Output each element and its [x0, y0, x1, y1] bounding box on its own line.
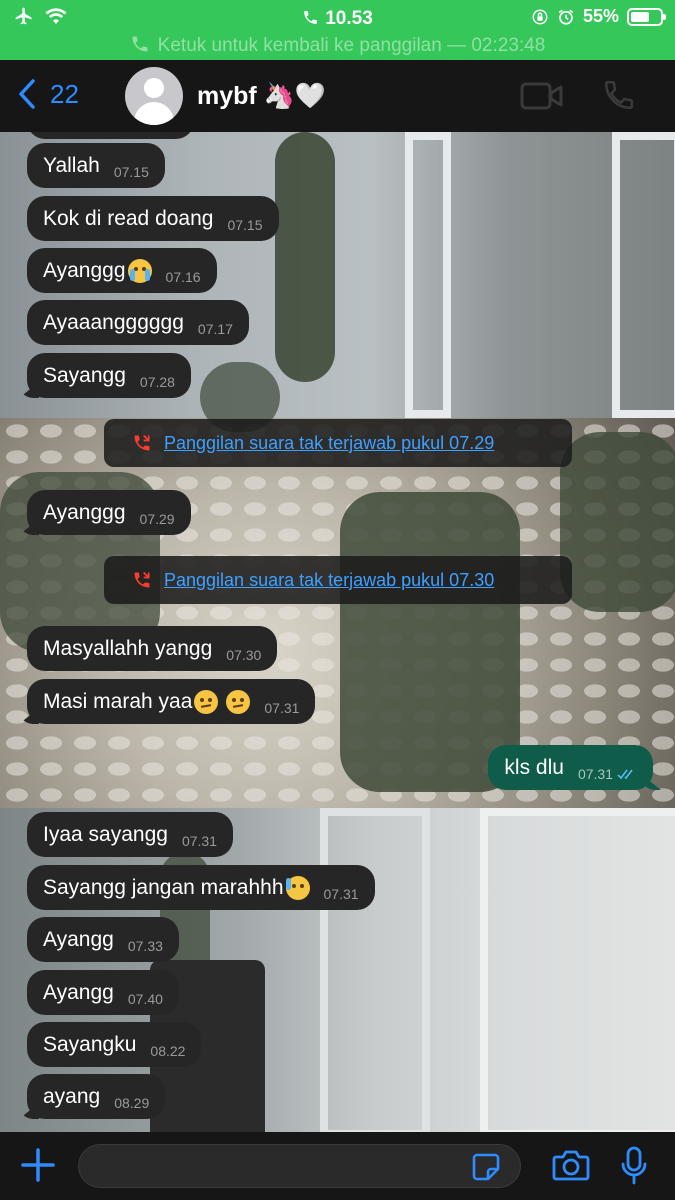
- message-time: 08.22: [150, 1042, 186, 1059]
- wallpaper-window: [480, 808, 675, 1132]
- message-bubble[interactable]: Ayaaangggggg 07.17: [27, 300, 249, 345]
- message-time: 07.40: [127, 990, 163, 1007]
- message-text: Masyallahh yangg: [43, 636, 213, 660]
- mic-icon[interactable]: [620, 1146, 648, 1186]
- message-bubble[interactable]: Ayangg 07.40: [27, 970, 179, 1015]
- crying-emoji-icon: [127, 258, 152, 283]
- wallpaper-cactus: [560, 432, 675, 612]
- message-time: 07.31: [181, 832, 217, 849]
- message-text: Yallah: [43, 153, 100, 177]
- missed-call-text[interactable]: Panggilan suara tak terjawab pukul 07.29: [164, 433, 494, 454]
- message-time: 07.33: [127, 937, 163, 954]
- video-call-icon[interactable]: [520, 82, 564, 110]
- missed-call-notice[interactable]: Panggilan suara tak terjawab pukul 07.29: [104, 419, 572, 467]
- message-bubble[interactable]: Ayanggg 07.16: [27, 248, 217, 293]
- message-bubble[interactable]: Sayangg jangan marahhh 07.31: [27, 865, 375, 910]
- message-time: 07.31: [577, 765, 613, 782]
- message-bubble[interactable]: Sayangku 08.22: [27, 1022, 202, 1067]
- missed-call-icon: [134, 434, 150, 451]
- phone-icon: [132, 36, 148, 52]
- phone-icon: [304, 11, 318, 24]
- chevron-left-icon: [19, 79, 35, 109]
- plus-icon[interactable]: [20, 1147, 56, 1183]
- message-text: Ayangg: [43, 927, 114, 951]
- wallpaper-window: [612, 132, 675, 418]
- wallpaper-window: [320, 808, 430, 1132]
- message-time: 08.29: [114, 1094, 150, 1111]
- message-text: Ayanggg: [43, 258, 126, 282]
- message-time: 07.28: [139, 373, 175, 390]
- confused-face-icon: [226, 689, 251, 714]
- wallpaper-cactus: [275, 132, 335, 382]
- message-bubble[interactable]: Kok di read doang 07.15: [27, 196, 279, 241]
- message-text: kls dlu: [504, 755, 564, 779]
- message-bubble[interactable]: Masyallahh yangg 07.30: [27, 626, 278, 671]
- missed-call-text[interactable]: Panggilan suara tak terjawab pukul 07.30: [164, 570, 494, 591]
- message-text: ayang: [43, 1084, 101, 1108]
- message-text: Ayangg: [43, 980, 114, 1004]
- message-text: Iyaa sayangg: [43, 822, 168, 846]
- battery-percent: 55%: [582, 6, 619, 26]
- message-text: Masi marah yaa: [43, 689, 193, 713]
- message-text: Sayangg: [43, 363, 126, 387]
- return-to-call-banner[interactable]: Ketuk untuk kembali ke panggilan — 02:23…: [0, 34, 675, 57]
- confused-face-icon: [194, 689, 219, 714]
- camera-icon[interactable]: [552, 1149, 590, 1181]
- message-time: 07.30: [226, 646, 262, 663]
- status-bar[interactable]: 10.53 55% Ketuk untuk kembali ke panggil…: [0, 0, 675, 60]
- outgoing-message-bubble[interactable]: kls dlu 07.31: [488, 745, 653, 790]
- back-button[interactable]: 22: [18, 78, 79, 110]
- contact-name[interactable]: mybf 🦄🤍: [197, 82, 326, 111]
- message-text: Ayanggg: [43, 500, 126, 524]
- message-bubble[interactable]: Ayanggg 07.29: [27, 490, 191, 535]
- message-time: 07.15: [113, 163, 149, 180]
- message-bubble[interactable]: Iyaa sayangg 07.31: [27, 812, 233, 857]
- message-bubble[interactable]: Masi marah yaa 07.31: [27, 679, 316, 724]
- message-time: 07.29: [139, 510, 175, 527]
- message-time: 07.31: [264, 699, 300, 716]
- battery-icon: [627, 7, 666, 26]
- sad-relieved-emoji-icon: [285, 875, 310, 900]
- voice-call-icon[interactable]: [602, 78, 636, 112]
- clock-text: 10.53: [325, 8, 373, 29]
- message-time: 07.16: [165, 268, 201, 285]
- message-bubble[interactable]: Yallah 07.15: [27, 143, 165, 188]
- chat-area[interactable]: Yallah 07.15 Kok di read doang 07.15 Aya…: [0, 132, 675, 1132]
- message-text: Sayangg jangan marahhh: [43, 875, 284, 899]
- missed-call-icon: [134, 571, 150, 588]
- call-banner-text: Ketuk untuk kembali ke panggilan — 02:23…: [157, 35, 546, 56]
- message-text: Sayangku: [43, 1032, 137, 1056]
- alarm-icon: [558, 9, 574, 25]
- message-time: 07.15: [227, 216, 263, 233]
- message-text: Ayaaangggggg: [43, 310, 184, 334]
- message-time: 07.17: [197, 320, 233, 337]
- sticker-icon[interactable]: [471, 1152, 501, 1182]
- orientation-lock-icon: [532, 9, 548, 24]
- message-bubble[interactable]: Sayangg 07.28: [27, 353, 191, 398]
- message-time: 07.31: [323, 885, 359, 902]
- wallpaper-window: [405, 132, 451, 418]
- read-ticks-icon: [617, 769, 633, 779]
- avatar[interactable]: [125, 67, 183, 125]
- wallpaper-cactus: [340, 492, 520, 792]
- message-text: Kok di read doang: [43, 206, 214, 230]
- chat-header: 22 mybf 🦄🤍: [0, 60, 675, 132]
- unread-count: 22: [50, 78, 79, 109]
- message-bubble[interactable]: Ayangg 07.33: [27, 917, 179, 962]
- missed-call-notice[interactable]: Panggilan suara tak terjawab pukul 07.30: [104, 556, 572, 604]
- composer-bar: [0, 1132, 675, 1200]
- message-bubble[interactable]: [27, 132, 194, 139]
- message-input[interactable]: [78, 1144, 521, 1188]
- message-bubble[interactable]: ayang 08.29: [27, 1074, 166, 1119]
